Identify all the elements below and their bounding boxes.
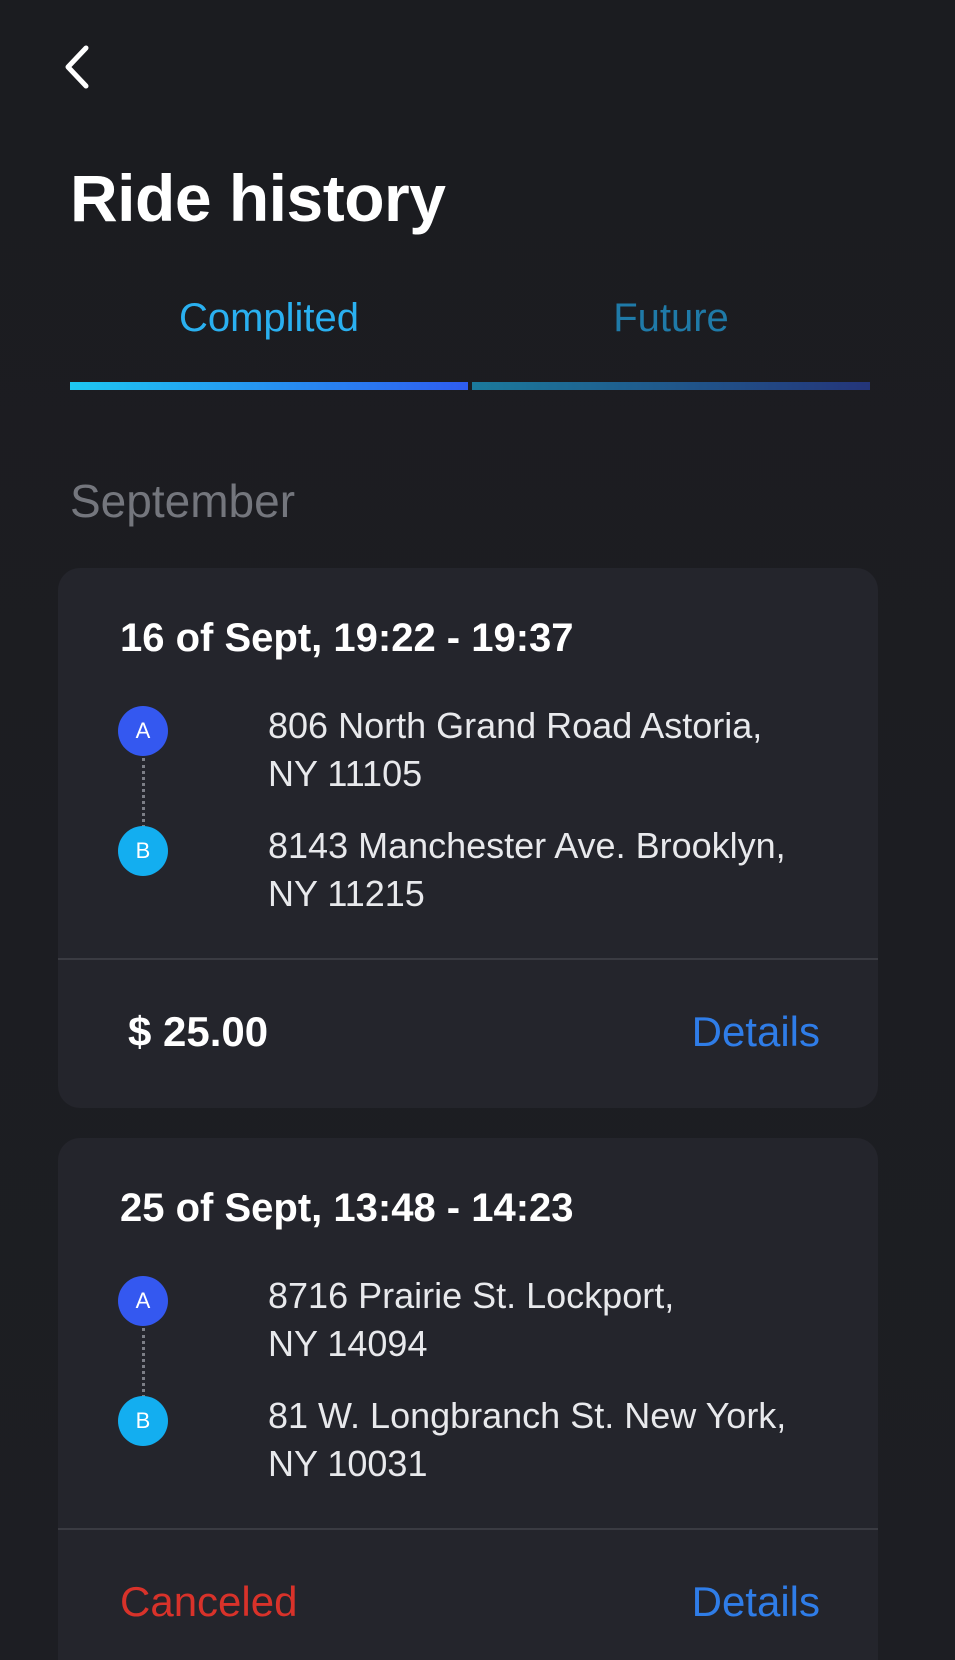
details-link[interactable]: Details <box>692 1008 820 1056</box>
ride-card[interactable]: 16 of Sept, 19:22 - 19:37 A 806 North Gr… <box>58 568 878 1108</box>
pickup-marker-icon: A <box>118 1276 168 1326</box>
pickup-stop: A 806 North Grand Road Astoria, NY 11105 <box>118 702 838 802</box>
pickup-address: 806 North Grand Road Astoria, NY 11105 <box>268 705 763 794</box>
route-dotted-line <box>142 1328 145 1398</box>
tab-future-label: Future <box>613 296 729 340</box>
dropoff-address: 8143 Manchester Ave. Brooklyn, NY 11215 <box>268 825 786 914</box>
ride-time: 16 of Sept, 19:22 - 19:37 <box>120 616 574 660</box>
tab-completed-indicator <box>70 382 468 390</box>
tab-completed-label: Complited <box>178 296 360 340</box>
pickup-address: 8716 Prairie St. Lockport, NY 14094 <box>268 1275 675 1364</box>
tab-completed[interactable]: Complited <box>70 290 468 390</box>
chevron-left-icon <box>65 45 89 89</box>
dropoff-marker-icon: B <box>118 826 168 876</box>
pickup-marker-icon: A <box>118 706 168 756</box>
back-button[interactable] <box>60 40 100 94</box>
month-heading: September <box>70 475 296 527</box>
route-dotted-line <box>142 758 145 828</box>
dropoff-marker-icon: B <box>118 1396 168 1446</box>
ride-price: $ 25.00 <box>128 1008 269 1055</box>
page-title: Ride history <box>70 161 446 235</box>
tab-future-indicator <box>472 382 870 390</box>
pickup-stop: A 8716 Prairie St. Lockport, NY 14094 <box>118 1272 838 1372</box>
dropoff-address: 81 W. Longbranch St. New York, NY 10031 <box>268 1395 787 1484</box>
dropoff-stop: B 8143 Manchester Ave. Brooklyn, NY 1121… <box>118 822 838 922</box>
ride-status-canceled: Canceled <box>120 1578 298 1625</box>
details-link[interactable]: Details <box>692 1578 820 1626</box>
ride-tabs: Complited Future <box>70 290 870 390</box>
tab-future[interactable]: Future <box>472 290 870 390</box>
card-divider <box>58 1528 878 1530</box>
dropoff-stop: B 81 W. Longbranch St. New York, NY 1003… <box>118 1392 838 1492</box>
ride-time: 25 of Sept, 13:48 - 14:23 <box>120 1186 574 1230</box>
card-divider <box>58 958 878 960</box>
ride-card[interactable]: 25 of Sept, 13:48 - 14:23 A 8716 Prairie… <box>58 1138 878 1660</box>
ride-history-screen: Ride history Complited Future September … <box>0 0 955 1660</box>
